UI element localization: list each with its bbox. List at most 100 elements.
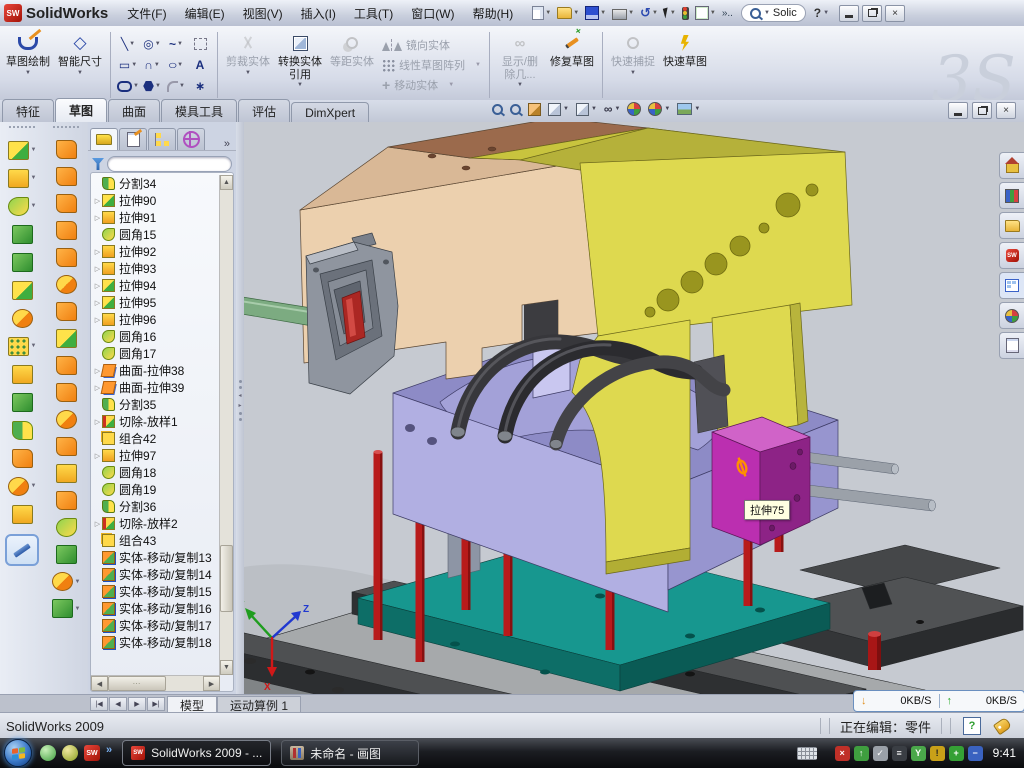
tree-item[interactable]: 组合42 bbox=[91, 430, 220, 447]
surface-tool-button[interactable] bbox=[56, 541, 77, 568]
tree-item[interactable]: ▷拉伸97 bbox=[91, 447, 220, 464]
tray-network-icon[interactable]: Y bbox=[911, 746, 926, 761]
print-button[interactable]: ▼ bbox=[610, 5, 636, 21]
tree-item[interactable]: 分割35 bbox=[91, 396, 220, 413]
tree-item[interactable]: 分割34 bbox=[91, 175, 220, 192]
spline-tool[interactable]: ~▼ bbox=[165, 34, 187, 54]
tree-vertical-scrollbar[interactable]: ▲ ▼ bbox=[219, 175, 233, 675]
tree-item[interactable]: ▷曲面-拉伸39 bbox=[91, 379, 220, 396]
tray-shield-icon[interactable]: ↑ bbox=[854, 746, 869, 761]
feature-tool-button[interactable] bbox=[12, 416, 33, 444]
selection-box-tool[interactable] bbox=[189, 34, 211, 54]
file-explorer-tab[interactable] bbox=[999, 212, 1024, 239]
undo-button[interactable]: ↺▼ bbox=[638, 4, 660, 22]
tree-item[interactable]: 圆角17 bbox=[91, 345, 220, 362]
surface-tool-button[interactable] bbox=[56, 136, 77, 163]
tree-item[interactable]: ▷曲面-拉伸38 bbox=[91, 362, 220, 379]
search-box[interactable]: ▼ Solic bbox=[741, 4, 806, 22]
scroll-up-button[interactable]: ▲ bbox=[220, 175, 233, 190]
menu-view[interactable]: 视图(V) bbox=[234, 5, 292, 22]
nozzle-part[interactable] bbox=[244, 233, 398, 394]
surface-tool-button[interactable] bbox=[56, 352, 77, 379]
filter-funnel-icon[interactable] bbox=[92, 158, 104, 170]
feature-tool-button[interactable] bbox=[12, 248, 33, 276]
feature-tool-button[interactable]: ▼ bbox=[8, 332, 37, 360]
toolbar-drag-handle[interactable] bbox=[9, 126, 35, 132]
tree-item[interactable]: 圆角15 bbox=[91, 226, 220, 243]
tree-item[interactable]: ▷拉伸92 bbox=[91, 243, 220, 260]
scroll-right-button[interactable]: ▶ bbox=[203, 676, 220, 691]
taskbar-window-paint[interactable]: 未命名 - 画图 bbox=[281, 740, 419, 766]
tray-volume-icon[interactable]: ≡ bbox=[892, 746, 907, 761]
toolbar-overflow-button[interactable]: ».. bbox=[720, 7, 735, 20]
surface-tool-button[interactable] bbox=[56, 271, 77, 298]
circle-tool[interactable]: ◎▼ bbox=[141, 34, 163, 54]
view-palette-tab[interactable] bbox=[999, 272, 1024, 299]
close-button[interactable]: × bbox=[885, 5, 905, 22]
menu-window[interactable]: 窗口(W) bbox=[402, 5, 463, 22]
surface-tool-button[interactable] bbox=[56, 379, 77, 406]
doc-close-button[interactable]: × bbox=[996, 102, 1016, 119]
surface-tool-button[interactable] bbox=[56, 298, 77, 325]
tab-surfaces[interactable]: 曲面 bbox=[108, 99, 160, 122]
surface-tool-button[interactable] bbox=[56, 487, 77, 514]
keyboard-layout-icon[interactable] bbox=[797, 747, 817, 760]
feature-tool-button[interactable]: ▼ bbox=[8, 136, 37, 164]
tree-horizontal-scrollbar[interactable]: ◀ ⋯ ▶ bbox=[91, 675, 220, 691]
tags-icon[interactable] bbox=[993, 717, 1012, 735]
feature-tool-button[interactable] bbox=[12, 220, 33, 248]
property-manager-tab[interactable] bbox=[119, 128, 147, 150]
rebuild-button[interactable] bbox=[680, 6, 691, 21]
quick-launch-solidworks-icon[interactable]: SW bbox=[84, 745, 100, 761]
trim-entities-button[interactable]: 剪裁实体▼ bbox=[222, 28, 274, 102]
tree-item[interactable]: ▷拉伸93 bbox=[91, 260, 220, 277]
splitter-grip[interactable]: ◂▸ bbox=[237, 380, 243, 421]
menu-insert[interactable]: 插入(I) bbox=[292, 5, 345, 22]
scrollbar-thumb[interactable] bbox=[220, 545, 233, 612]
select-button[interactable]: ▼ bbox=[662, 7, 678, 19]
zoom-area-button[interactable] bbox=[510, 104, 521, 115]
tab-mold-tools[interactable]: 模具工具 bbox=[161, 99, 237, 122]
tree-item[interactable]: 组合43 bbox=[91, 532, 220, 549]
surface-tool-button[interactable] bbox=[56, 514, 77, 541]
minimize-button[interactable] bbox=[839, 5, 859, 22]
convert-entities-button[interactable]: 转换实体引用▼ bbox=[274, 28, 326, 102]
tray-update-icon[interactable]: ✓ bbox=[873, 746, 888, 761]
design-library-tab[interactable] bbox=[999, 182, 1024, 209]
3d-model-view[interactable]: Y Z X bbox=[244, 122, 1024, 694]
display-style-button[interactable]: ▼ bbox=[548, 103, 569, 116]
scroll-down-button[interactable]: ▼ bbox=[220, 660, 233, 675]
surface-tool-button[interactable]: ▼ bbox=[52, 568, 81, 595]
first-tab-button[interactable]: |◀ bbox=[90, 697, 108, 711]
line-tool[interactable]: ╲▼ bbox=[117, 34, 139, 54]
sketch-fillet-tool[interactable]: ▼ bbox=[165, 76, 187, 96]
menu-tools[interactable]: 工具(T) bbox=[345, 5, 402, 22]
new-document-button[interactable]: ▼ bbox=[530, 5, 553, 21]
tree-item[interactable]: 实体-移动/复制15 bbox=[91, 583, 220, 600]
tree-item[interactable]: ▷切除-放样1 bbox=[91, 413, 220, 430]
scroll-left-button[interactable]: ◀ bbox=[91, 676, 108, 691]
taskbar-clock[interactable]: 9:41 bbox=[993, 746, 1016, 760]
display-delete-relations-button[interactable]: ∞ 显示/删除几...▼ bbox=[494, 28, 546, 102]
tree-item[interactable]: ▷拉伸95 bbox=[91, 294, 220, 311]
previous-tab-button[interactable]: ◀ bbox=[109, 697, 127, 711]
feature-tool-button[interactable] bbox=[12, 360, 33, 388]
feature-tool-button[interactable] bbox=[12, 388, 33, 416]
arc-tool[interactable]: ∩▼ bbox=[141, 55, 163, 75]
status-help-button[interactable]: ? bbox=[963, 717, 981, 735]
tree-item[interactable]: ▷拉伸96 bbox=[91, 311, 220, 328]
quick-snaps-button[interactable]: 快速捕捉▼ bbox=[607, 28, 659, 102]
polygon-tool[interactable]: ▼ bbox=[141, 76, 163, 96]
feature-tool-button[interactable]: ▼ bbox=[8, 192, 37, 220]
dimxpert-manager-tab[interactable] bbox=[177, 128, 205, 150]
rectangle-tool[interactable]: ▭▼ bbox=[117, 55, 139, 75]
configuration-manager-tab[interactable] bbox=[148, 128, 176, 150]
tree-item[interactable]: 圆角16 bbox=[91, 328, 220, 345]
save-button[interactable]: ▼ bbox=[583, 5, 608, 21]
doc-minimize-button[interactable] bbox=[948, 102, 968, 119]
scrollbar-thumb[interactable]: ⋯ bbox=[108, 676, 166, 691]
slot-tool[interactable]: ▼ bbox=[117, 76, 139, 96]
feature-manager-tab[interactable] bbox=[90, 128, 118, 150]
network-speed-widget[interactable]: ↓0KB/S ↑0KB/S bbox=[853, 690, 1024, 712]
surface-tool-button[interactable] bbox=[56, 460, 77, 487]
